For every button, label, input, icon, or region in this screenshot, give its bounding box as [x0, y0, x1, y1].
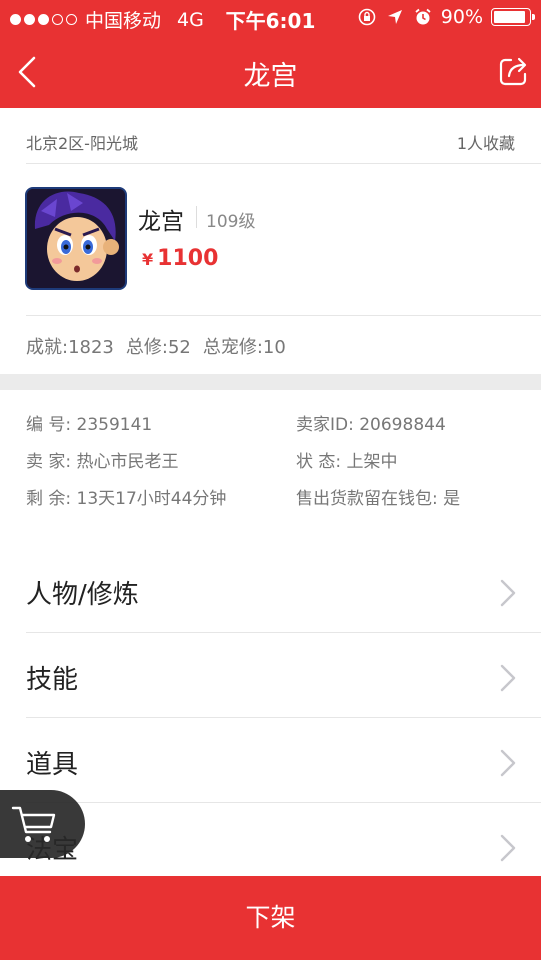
avatar — [25, 187, 127, 290]
character-name: 龙宫 — [138, 209, 184, 235]
menu-item-skills[interactable]: 技能 — [0, 633, 541, 719]
price-amount: 1100 — [157, 246, 219, 271]
nav-bar: 龙宫 — [0, 36, 541, 108]
detail-wallet: 售出货款留在钱包: 是 — [296, 489, 461, 509]
stat-pet-cultivation: 总宠修:10 — [202, 337, 286, 358]
menu-item-character[interactable]: 人物/修炼 — [0, 548, 541, 634]
currency-symbol: ¥ — [142, 250, 154, 269]
cart-button[interactable] — [0, 790, 85, 858]
battery-percent: 90% — [440, 6, 483, 28]
divider — [26, 163, 541, 164]
location-icon — [387, 10, 402, 24]
battery-icon — [491, 8, 535, 26]
character-portrait-icon — [27, 189, 125, 288]
menu-item-label: 人物/修炼 — [26, 580, 139, 610]
status-right: 90% — [357, 6, 535, 28]
favorites-count: 1人收藏 — [456, 134, 515, 153]
chevron-right-icon — [500, 834, 516, 862]
header: 中国移动 4G 下午6:01 90% 龙宫 — [0, 0, 541, 108]
share-icon[interactable] — [497, 54, 531, 88]
delist-button[interactable]: 下架 — [0, 876, 541, 960]
alarm-icon — [415, 8, 431, 25]
details-row: 剩 余: 13天17小时44分钟 售出货款留在钱包: 是 — [26, 484, 516, 514]
detail-remaining: 剩 余: 13天17小时44分钟 — [26, 489, 227, 509]
chevron-right-icon — [500, 749, 516, 777]
page-title: 龙宫 — [243, 61, 298, 92]
status-bar: 中国移动 4G 下午6:01 90% — [0, 0, 541, 36]
menu-item-label: 技能 — [26, 665, 79, 695]
chevron-right-icon — [500, 579, 516, 607]
divider — [196, 206, 197, 228]
stat-achievement: 成就:1823 — [26, 337, 114, 358]
stat-total-cultivation: 总修:52 — [125, 337, 191, 358]
chevron-right-icon — [500, 664, 516, 692]
character-level: 109级 — [206, 212, 256, 232]
menu-item-label: 道具 — [26, 750, 79, 780]
detail-seller: 卖 家: 热心市民老王 — [26, 452, 179, 472]
detail-seller-id: 卖家ID: 20698844 — [296, 415, 446, 435]
server-row: 北京2区-阳光城 1人收藏 — [26, 130, 515, 160]
stats-row: 成就:1823 总修:52 总宠修:10 — [26, 333, 286, 359]
details-row: 编 号: 2359141 卖家ID: 20698844 — [26, 410, 516, 440]
detail-status: 状 态: 上架中 — [296, 452, 398, 472]
menu-item-items[interactable]: 道具 — [0, 718, 541, 804]
section-separator — [0, 374, 541, 390]
cart-icon — [11, 806, 56, 842]
details-row: 卖 家: 热心市民老王 状 态: 上架中 — [26, 447, 516, 477]
price: ¥ 1100 — [142, 246, 218, 271]
rotation-lock-icon — [358, 8, 376, 26]
detail-number: 编 号: 2359141 — [26, 415, 153, 435]
server-label: 北京2区-阳光城 — [26, 134, 138, 153]
divider — [26, 315, 541, 316]
